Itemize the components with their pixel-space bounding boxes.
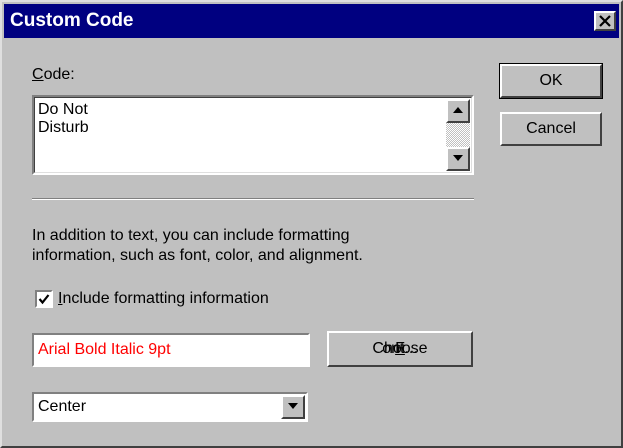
include-formatting-checkbox[interactable]: [35, 290, 53, 308]
code-line-1: Do Not: [38, 101, 88, 118]
scroll-down-arrow-icon: [453, 155, 463, 161]
scroll-down-button[interactable]: [446, 147, 470, 171]
include-formatting-label[interactable]: Include formatting information: [58, 290, 269, 308]
ok-button-label: OK: [539, 72, 563, 89]
alignment-select[interactable]: Center: [32, 392, 308, 422]
info-line-1: In addition to text, you can include for…: [32, 227, 350, 244]
title-bar[interactable]: Custom Code: [4, 4, 619, 38]
scroll-up-button[interactable]: [446, 99, 470, 123]
checkmark-icon: [38, 294, 50, 305]
close-x-icon: [599, 15, 611, 27]
close-button[interactable]: [594, 11, 616, 31]
font-display-field: Arial Bold Italic 9pt: [32, 333, 310, 367]
cancel-button-label: Cancel: [526, 120, 576, 137]
dropdown-arrow-icon: [288, 403, 298, 409]
info-line-2: information, such as font, color, and al…: [32, 247, 363, 264]
dialog-title: Custom Code: [10, 10, 134, 31]
code-line-2: Disturb: [38, 119, 89, 136]
code-textarea[interactable]: Do Not Disturb: [32, 95, 474, 175]
custom-code-dialog: Custom Code Code: Do Not Disturb OK Canc…: [0, 0, 623, 448]
scroll-up-arrow-icon: [453, 107, 463, 113]
choose-font-button-label: Choose Font...: [372, 340, 428, 357]
font-display-value: Arial Bold Italic 9pt: [38, 341, 171, 358]
ok-button[interactable]: OK: [499, 63, 603, 99]
alignment-selected-value: Center: [38, 398, 87, 415]
choose-font-button[interactable]: Choose Font...: [327, 331, 473, 367]
separator: [32, 198, 474, 200]
code-label: Code:: [32, 66, 75, 83]
alignment-dropdown-button[interactable]: [281, 395, 305, 419]
cancel-button[interactable]: Cancel: [500, 112, 602, 146]
code-scrollbar[interactable]: [446, 99, 470, 171]
